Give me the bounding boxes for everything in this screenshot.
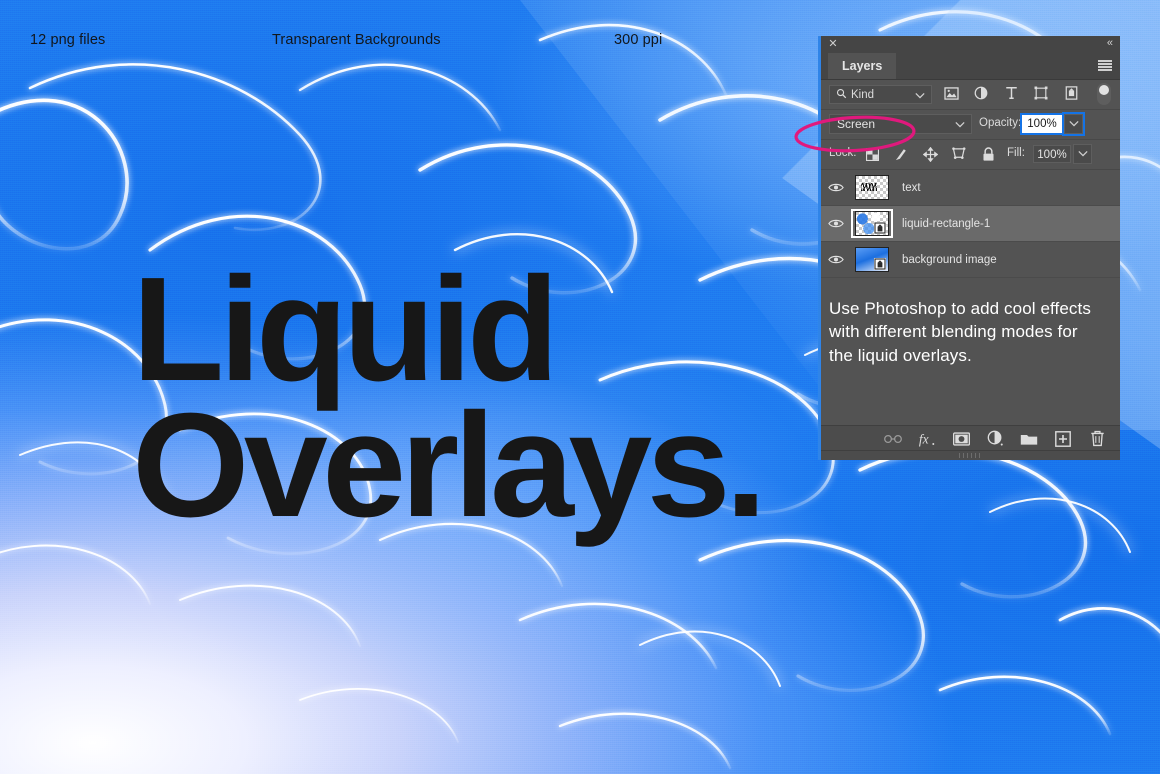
smart-object-filter-icon[interactable] — [1063, 84, 1079, 102]
new-adjustment-layer-icon[interactable] — [986, 430, 1004, 448]
table-row[interactable]: background image — [821, 242, 1120, 278]
svg-text:fx: fx — [919, 431, 929, 446]
photoshop-layers-panel[interactable]: ✕ « Layers Kind Screen Opacity: 100% Loc… — [818, 36, 1120, 460]
hamburger-menu-icon[interactable] — [1098, 60, 1112, 71]
resize-grip-icon[interactable] — [958, 453, 983, 458]
layer-name[interactable]: background image — [902, 254, 997, 266]
layer-thumbnail[interactable] — [851, 209, 893, 238]
eye-icon[interactable] — [821, 218, 851, 229]
headline-line-2: Overlays. — [132, 383, 767, 549]
panel-bottom-toolbar: fx — [821, 425, 1120, 451]
thumbnail-selection-frame — [851, 209, 893, 238]
fill-dropdown-button[interactable] — [1073, 144, 1092, 164]
search-icon — [836, 88, 847, 102]
lock-label: Lock: — [829, 147, 857, 159]
fill-input[interactable]: 100% — [1033, 145, 1071, 163]
layer-name[interactable]: liquid-rectangle-1 — [902, 218, 990, 230]
smart-object-badge-icon — [874, 258, 886, 270]
eye-icon[interactable] — [821, 182, 851, 193]
shape-layer-filter-icon[interactable] — [1033, 84, 1049, 102]
header-label-transparent: Transparent Backgrounds — [272, 32, 441, 48]
panel-title-bar: ✕ « — [821, 36, 1120, 53]
lock-transparent-pixels-icon[interactable] — [864, 145, 881, 163]
layer-thumbnail[interactable] — [851, 173, 893, 202]
layer-thumbnail[interactable] — [851, 245, 893, 274]
pixel-layer-filter-icon[interactable] — [943, 84, 959, 102]
new-group-icon[interactable] — [1020, 430, 1038, 448]
table-row[interactable]: text — [821, 170, 1120, 206]
lock-all-icon[interactable] — [980, 145, 997, 163]
header-label-png-files: 12 png files — [30, 32, 106, 48]
fill-label: Fill: — [1007, 147, 1025, 159]
eye-icon[interactable] — [821, 254, 851, 265]
lock-position-icon[interactable] — [922, 145, 939, 163]
layer-mask-icon[interactable] — [952, 430, 970, 448]
chevron-down-icon[interactable] — [915, 90, 925, 102]
page-title: Liquid Overlays. — [132, 256, 767, 549]
chevron-down-icon[interactable] — [955, 119, 965, 131]
lock-icon-group — [864, 145, 997, 163]
panel-description-text: Use Photoshop to add cool effects with d… — [829, 299, 1091, 365]
table-row[interactable]: liquid-rectangle-1 — [821, 206, 1120, 242]
tab-layers[interactable]: Layers — [828, 53, 897, 79]
layer-filter-kind-select[interactable]: Kind — [829, 85, 932, 104]
new-layer-icon[interactable] — [1054, 430, 1072, 448]
collapse-panel-icon[interactable]: « — [1107, 37, 1113, 49]
layer-filter-kind-label: Kind — [851, 88, 875, 101]
blend-mode-value: Screen — [837, 117, 876, 131]
layer-filter-row: Kind — [821, 80, 1120, 110]
lock-row: Lock: Fill: 100% — [821, 140, 1120, 170]
layer-style-fx-icon[interactable]: fx — [918, 430, 936, 448]
header-label-ppi: 300 ppi — [614, 32, 663, 48]
lock-artboard-nesting-icon[interactable] — [951, 145, 968, 163]
layer-name[interactable]: text — [902, 182, 921, 194]
panel-tab-row: Layers — [821, 53, 1120, 80]
close-icon[interactable]: ✕ — [827, 38, 839, 50]
lock-image-pixels-icon[interactable] — [893, 145, 910, 163]
panel-resize-scrollbar[interactable] — [821, 450, 1120, 460]
opacity-input[interactable]: 100% — [1020, 113, 1064, 135]
opacity-label: Opacity: — [979, 117, 1022, 129]
layer-filter-type-icons — [943, 84, 1079, 102]
filter-enable-toggle[interactable] — [1097, 83, 1111, 105]
blend-mode-select[interactable]: Screen — [829, 114, 972, 134]
opacity-dropdown-button[interactable] — [1062, 112, 1085, 136]
type-layer-filter-icon[interactable] — [1003, 84, 1019, 102]
poster-canvas: 12 png files Transparent Backgrounds 300… — [0, 0, 1160, 774]
layer-list: text liquid-rectangle-1 background image — [821, 170, 1120, 278]
link-layers-icon[interactable] — [884, 430, 902, 448]
adjustment-layer-filter-icon[interactable] — [973, 84, 989, 102]
delete-layer-icon[interactable] — [1088, 430, 1106, 448]
blend-mode-row: Screen Opacity: 100% — [821, 110, 1120, 140]
